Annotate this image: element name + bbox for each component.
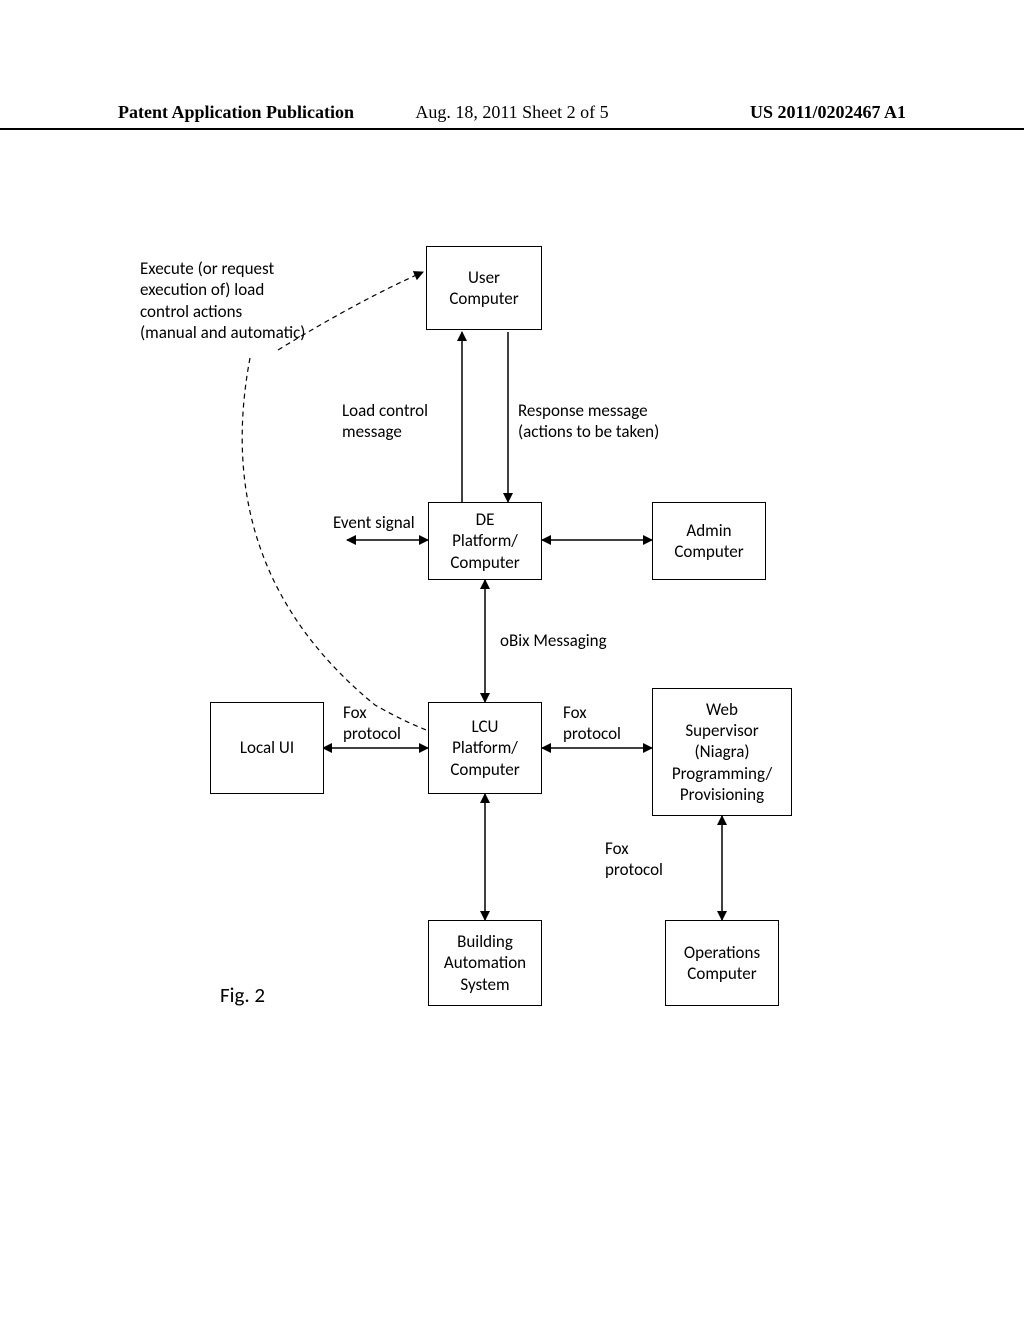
web-supervisor-box: Web Supervisor (Niagra) Programming/ Pro… [652,688,792,816]
header-center: Aug. 18, 2011 Sheet 2 of 5 [381,102,644,123]
figure-2-diagram: Execute (or request execution of) load c… [110,240,900,1100]
lcu-platform-box: LCU Platform/ Computer [428,702,542,794]
user-computer-box: User Computer [426,246,542,330]
obix-label: oBix Messaging [500,630,607,651]
header-right: US 2011/0202467 A1 [643,102,906,123]
figure-label: Fig. 2 [220,982,265,1008]
operations-computer-box: Operations Computer [665,920,779,1006]
header-left: Patent Application Publication [118,102,381,123]
header-rule [0,128,1024,130]
page-header: Patent Application Publication Aug. 18, … [0,102,1024,123]
de-platform-box: DE Platform/ Computer [428,502,542,580]
response-label: Response message (actions to be taken) [518,400,659,443]
load-control-label: Load control message [342,400,428,443]
admin-computer-box: Admin Computer [652,502,766,580]
execute-label: Execute (or request execution of) load c… [140,258,305,343]
building-automation-box: Building Automation System [428,920,542,1006]
fox2-label: Fox protocol [563,702,621,745]
fox1-label: Fox protocol [343,702,401,745]
fox3-label: Fox protocol [605,838,663,881]
local-ui-box: Local UI [210,702,324,794]
event-signal-label: Event signal [333,512,415,533]
